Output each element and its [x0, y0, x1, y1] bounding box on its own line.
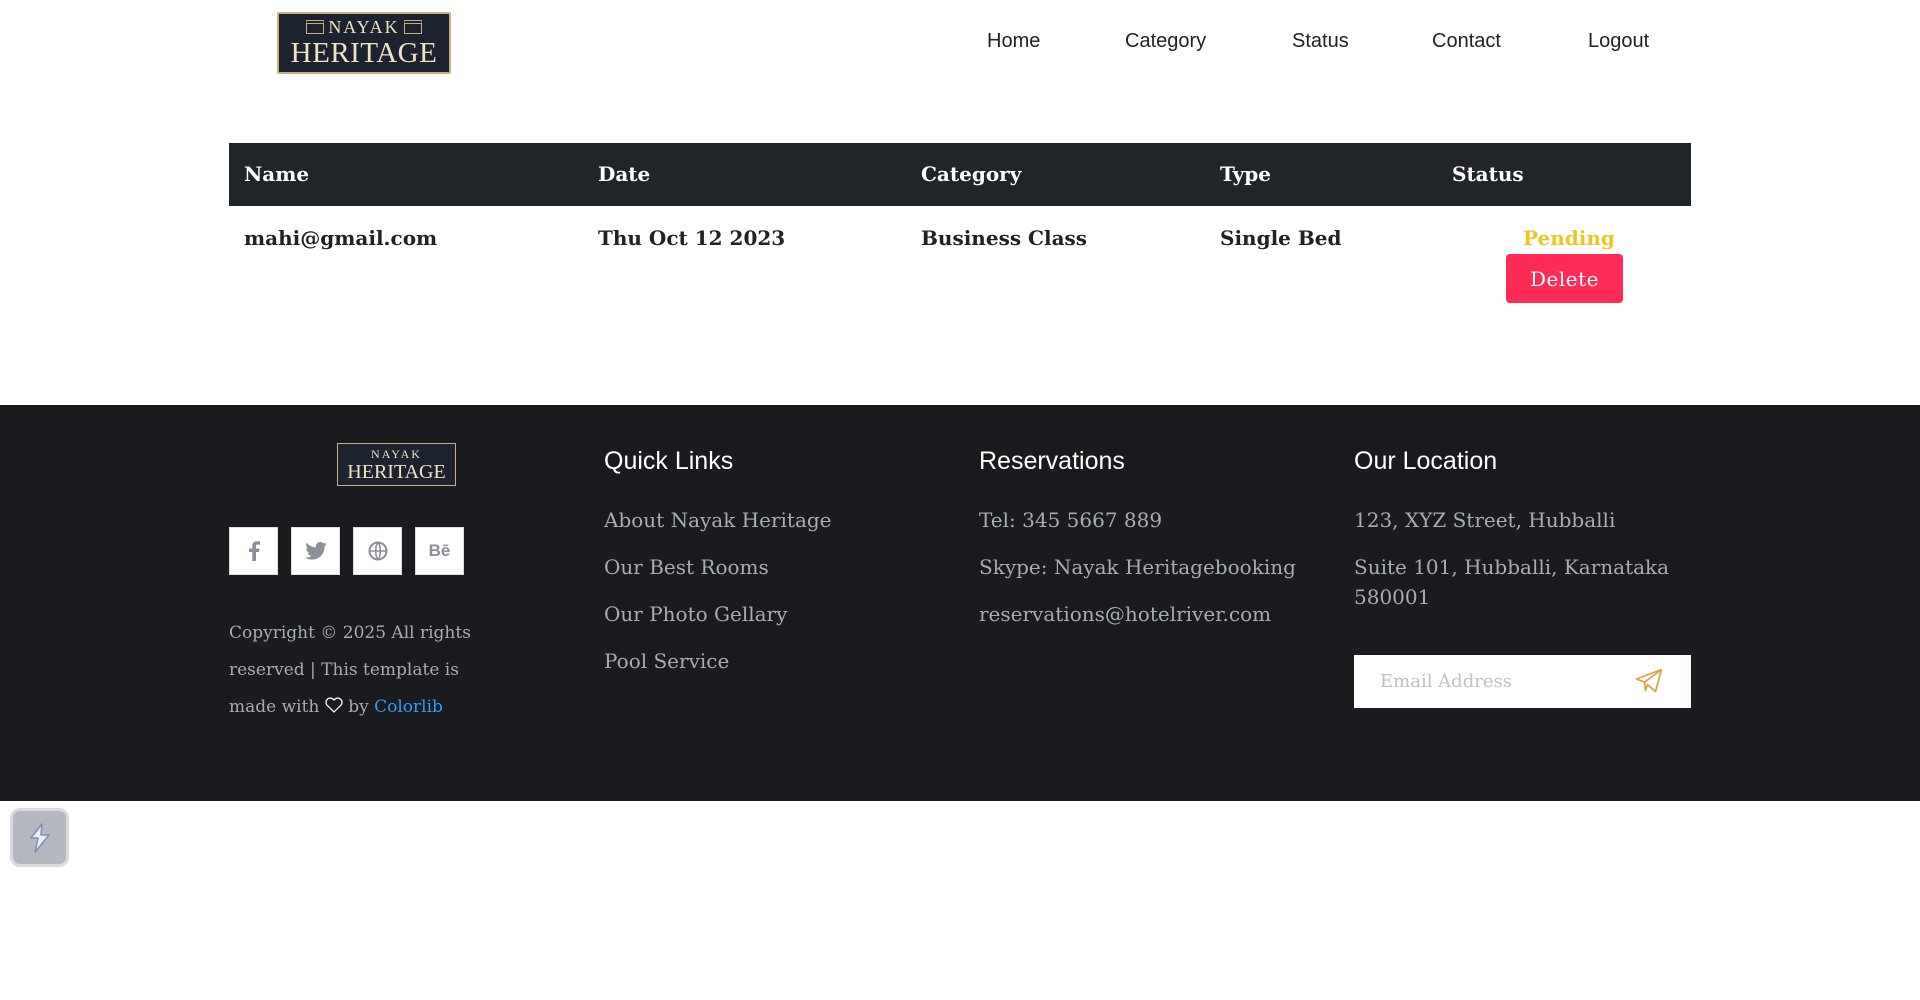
colorlib-link[interactable]: Colorlib — [374, 697, 443, 717]
footer-logo-top-text: NAYAK — [371, 446, 422, 461]
table-row: mahi@gmail.com Thu Oct 12 2023 Business … — [229, 206, 1691, 318]
quick-link-pool[interactable]: Pool Service — [604, 646, 832, 676]
dribbble-icon[interactable] — [353, 527, 402, 575]
copyright-text: Copyright © 2025 All rights reserved | T… — [229, 615, 479, 726]
location-address-line1: 123, XYZ Street, Hubballi — [1354, 508, 1616, 532]
status-badge: Pending — [1523, 226, 1615, 250]
location-column: Our Location 123, XYZ Street, Hubballi S… — [1354, 443, 1674, 629]
reservations-email: reservations@hotelriver.com — [979, 602, 1272, 626]
nav-logout[interactable]: Logout — [1588, 30, 1649, 53]
nav-home[interactable]: Home — [987, 30, 1040, 53]
reservations-phone: Tel: 345 5667 889 — [979, 508, 1163, 532]
behance-icon[interactable]: Bē — [415, 527, 464, 575]
location-title: Our Location — [1354, 447, 1498, 475]
quick-link-rooms[interactable]: Our Best Rooms — [604, 552, 832, 582]
bookings-table: Name Date Category Type Status mahi@gmai… — [229, 143, 1691, 318]
cell-date: Thu Oct 12 2023 — [598, 226, 786, 250]
location-address-line2: Suite 101, Hubballi, Karnataka 580001 — [1354, 555, 1670, 609]
cell-category: Business Class — [921, 226, 1088, 250]
email-field[interactable] — [1354, 655, 1624, 708]
reservations-title: Reservations — [979, 447, 1125, 475]
behance-glyph: Bē — [428, 541, 451, 560]
column-header-type: Type — [1220, 162, 1272, 186]
lightning-icon — [29, 822, 50, 853]
site-footer: NAYAK HERITAGE Bē Copyright © 2025 All r… — [0, 405, 1920, 801]
newsletter-form — [1354, 655, 1691, 708]
footer-logo-bottom-text: HERITAGE — [347, 460, 446, 483]
twitter-icon[interactable] — [291, 527, 340, 575]
copyright-part2: by — [348, 697, 369, 717]
main-nav: Home Category Status Contact Logout — [0, 30, 1920, 60]
nav-status[interactable]: Status — [1292, 30, 1349, 53]
cell-type: Single Bed — [1220, 226, 1342, 250]
site-header: NAYAK HERITAGE Home Category Status Cont… — [0, 0, 1920, 90]
nav-category[interactable]: Category — [1125, 30, 1206, 53]
footer-logo[interactable]: NAYAK HERITAGE — [337, 443, 456, 486]
quick-links-column: Quick Links About Nayak Heritage Our Bes… — [604, 443, 832, 693]
column-header-category: Category — [921, 162, 1022, 186]
quick-link-gallery[interactable]: Our Photo Gellary — [604, 599, 832, 629]
cell-name: mahi@gmail.com — [244, 226, 438, 250]
delete-button[interactable]: Delete — [1506, 254, 1623, 303]
column-header-date: Date — [598, 162, 651, 186]
send-icon[interactable] — [1635, 668, 1663, 694]
reservations-column: Reservations Tel: 345 5667 889 Skype: Na… — [979, 443, 1296, 646]
column-header-status: Status — [1452, 162, 1524, 186]
social-links: Bē — [229, 527, 464, 575]
column-header-name: Name — [244, 162, 310, 186]
floating-helper-button[interactable] — [10, 808, 69, 867]
nav-contact[interactable]: Contact — [1432, 30, 1501, 53]
quick-link-about[interactable]: About Nayak Heritage — [604, 505, 832, 535]
reservations-skype: Skype: Nayak Heritagebooking — [979, 555, 1296, 579]
table-header-row: Name Date Category Type Status — [229, 143, 1691, 206]
heart-icon — [325, 689, 343, 726]
facebook-icon[interactable] — [229, 527, 278, 575]
quick-links-title: Quick Links — [604, 447, 734, 475]
